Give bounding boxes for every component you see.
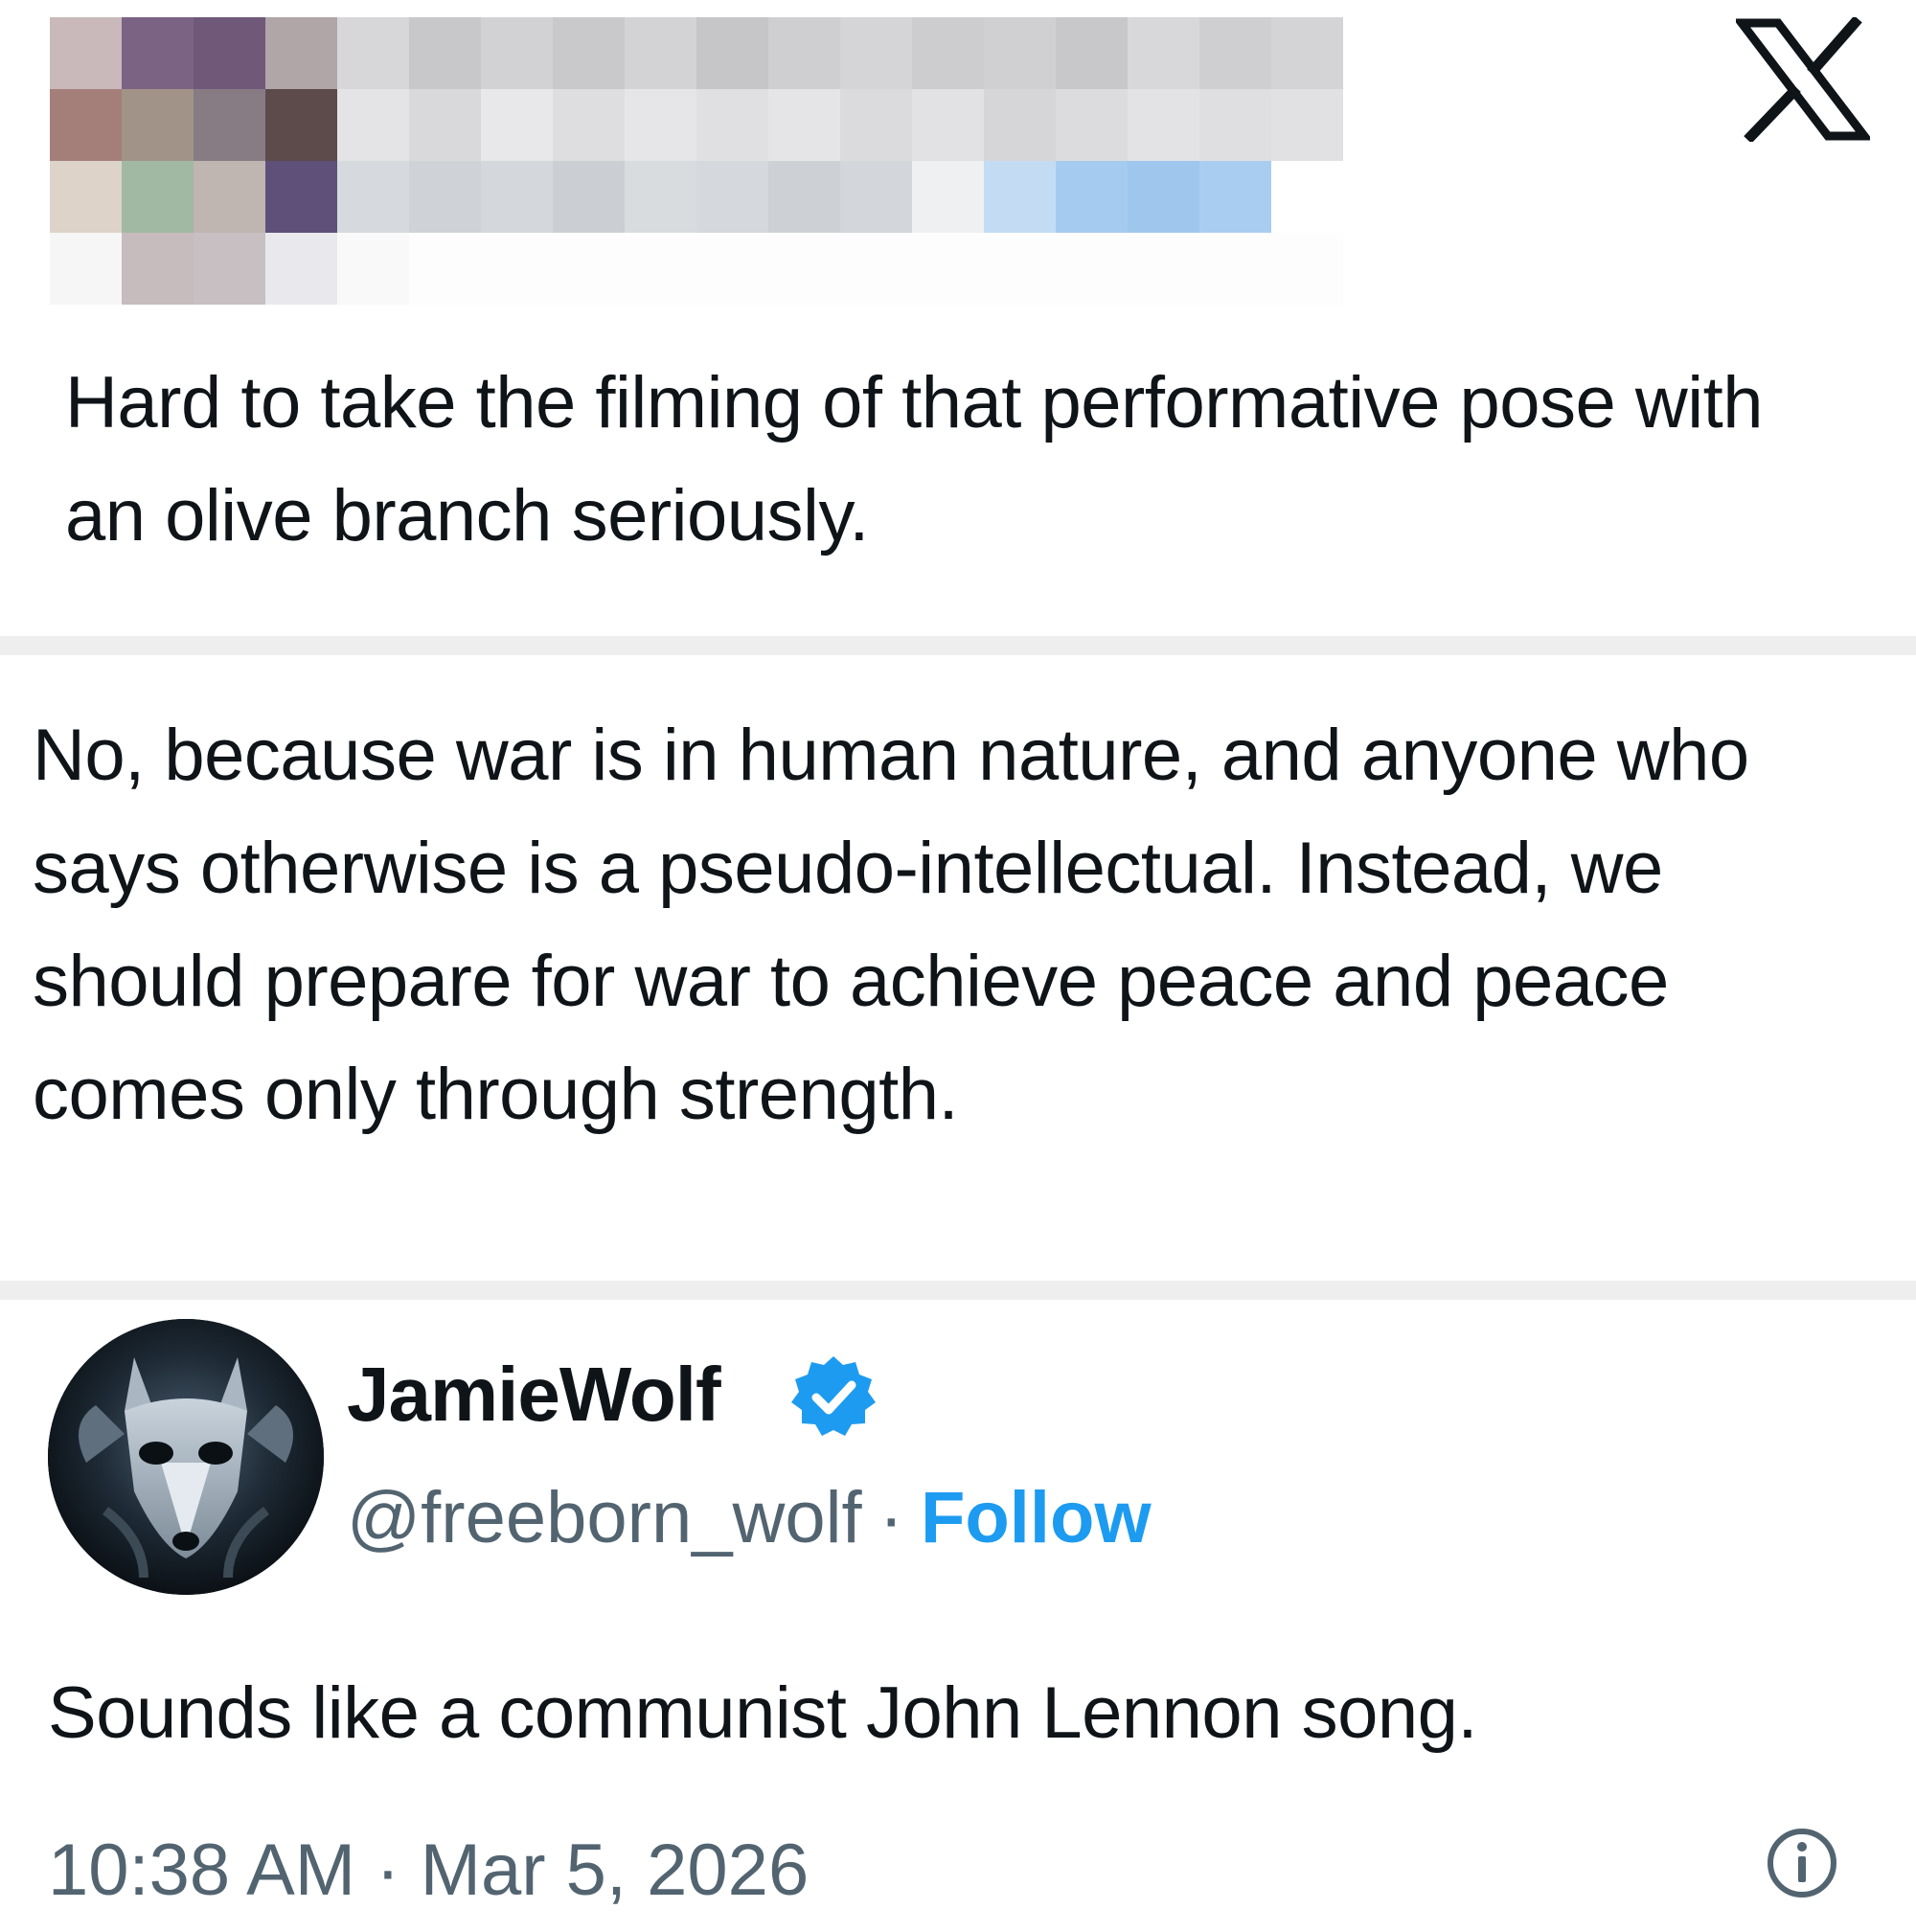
author-handle-row: @freeborn_wolf · Follow <box>347 1466 1152 1571</box>
info-icon[interactable] <box>1765 1826 1839 1900</box>
pixelated-author-header <box>50 17 1345 307</box>
section-divider <box>0 636 1916 655</box>
verified-badge-icon <box>789 1352 878 1441</box>
follow-button[interactable]: Follow <box>921 1477 1152 1558</box>
redacted-pixel-mosaic <box>50 17 1343 305</box>
author-display-name[interactable]: JamieWolf <box>347 1349 721 1441</box>
wolf-avatar-image <box>48 1319 324 1595</box>
section-divider <box>0 1281 1916 1300</box>
reply-text: No, because war is in human nature, and … <box>33 715 1769 1135</box>
avatar[interactable] <box>48 1319 324 1595</box>
info-icon-glyph <box>1768 1829 1836 1898</box>
x-logo-icon[interactable] <box>1732 15 1874 144</box>
author-handle[interactable]: @freeborn_wolf <box>347 1477 862 1558</box>
post-timestamp[interactable]: 10:38 AM · Mar 5, 2026 <box>48 1818 809 1923</box>
x-logo-glyph <box>1732 15 1874 144</box>
verified-badge-glyph <box>791 1356 876 1436</box>
separator-dot: · <box>878 1477 903 1558</box>
quoted-post-text: Sounds like a communist John Lennon song… <box>48 1672 1478 1754</box>
original-post-text: Hard to take the filming of that perform… <box>65 362 1783 557</box>
